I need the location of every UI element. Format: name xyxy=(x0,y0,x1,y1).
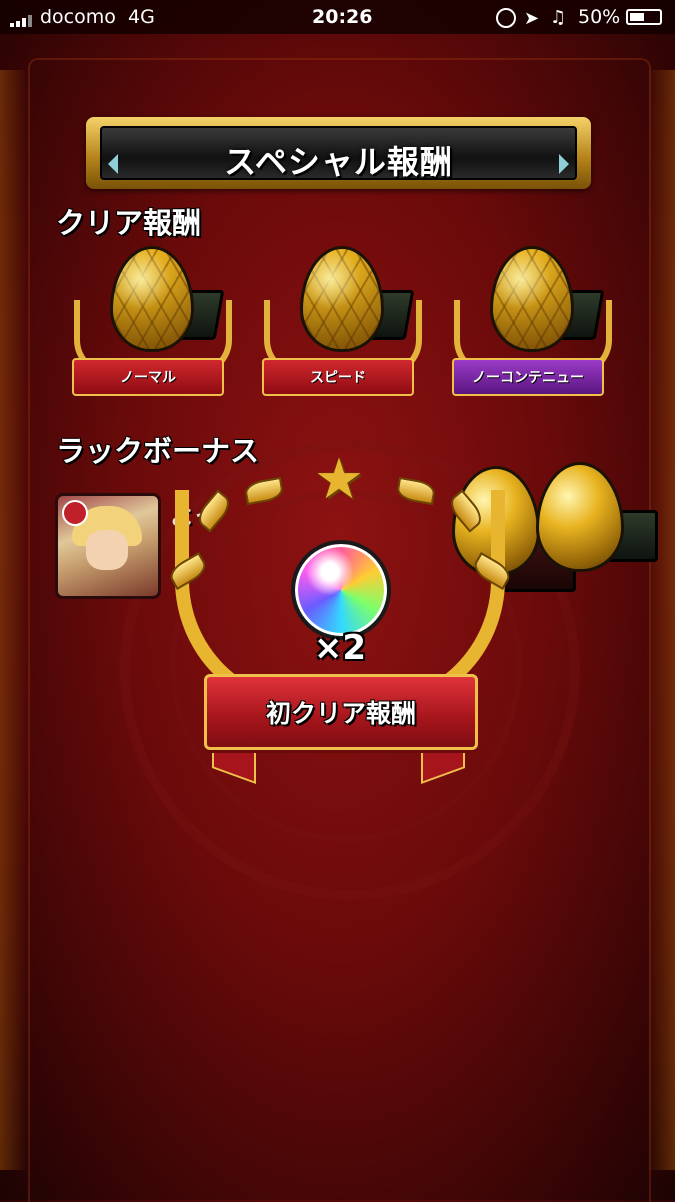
clear-rewards-heading: クリア報酬 xyxy=(56,206,202,240)
page-title: スペシャル報酬 xyxy=(224,143,453,181)
headphones-icon: ♫ xyxy=(550,7,567,28)
arrow-right-icon xyxy=(559,154,569,174)
gold-egg-icon xyxy=(300,246,384,352)
reward-label: ノーマル xyxy=(72,358,224,396)
network-type: 4G xyxy=(128,6,155,28)
luck-bonus-heading: ラックボーナス xyxy=(56,434,260,468)
right-edge-glow xyxy=(647,70,675,1170)
status-bar: docomo 4G 20:26 ➤ ♫ 50% xyxy=(0,0,675,34)
attribute-badge-icon xyxy=(62,500,88,526)
battery-percent: 50% xyxy=(578,6,621,28)
reward-count: ×2 xyxy=(313,628,367,668)
carrier-name: docomo xyxy=(40,6,116,28)
rainbow-orb-icon xyxy=(291,540,391,640)
gold-egg-icon xyxy=(490,246,574,352)
reward-speed: スピード xyxy=(258,246,428,416)
left-edge-glow xyxy=(0,70,28,1170)
gold-egg-icon xyxy=(110,246,194,352)
reward-label: スピード xyxy=(262,358,414,396)
location-arrow-icon: ➤ xyxy=(524,8,540,29)
first-clear-ribbon: 初クリア報酬 xyxy=(204,674,478,750)
first-clear-label: 初クリア報酬 xyxy=(265,699,416,728)
character-avatar xyxy=(55,493,161,599)
reward-label: ノーコンテニュー xyxy=(452,358,604,396)
battery-icon xyxy=(626,9,662,25)
signal-icon xyxy=(10,12,38,27)
reward-normal: ノーマル xyxy=(68,246,238,416)
star-icon: ★ xyxy=(313,447,365,512)
reward-no-continue: ノーコンテニュー xyxy=(448,246,618,416)
rotation-lock-icon xyxy=(496,8,516,28)
title-banner: スペシャル報酬 xyxy=(86,117,591,189)
clock: 20:26 xyxy=(312,6,373,28)
